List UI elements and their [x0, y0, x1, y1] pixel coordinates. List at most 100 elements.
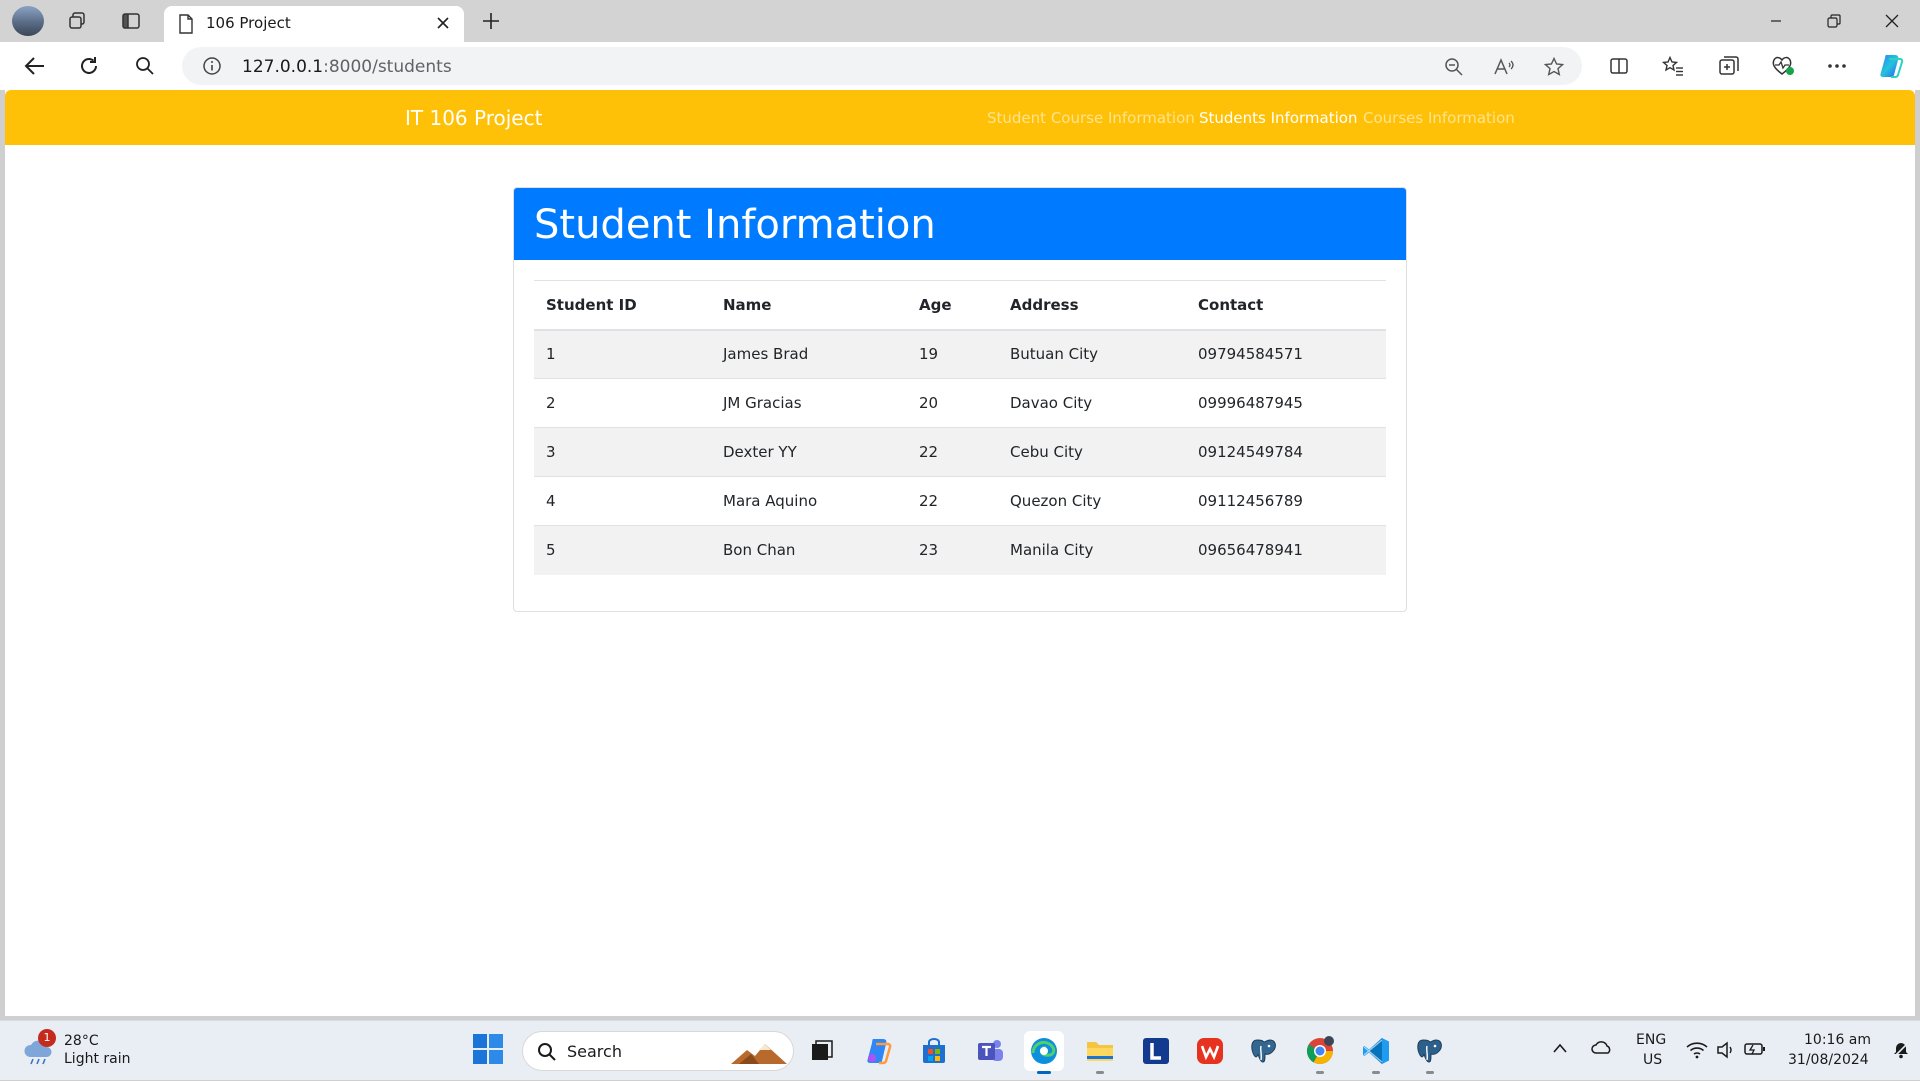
keyboard-layout-indicator[interactable]: US	[1643, 1052, 1662, 1068]
cell-age: 23	[907, 525, 998, 575]
volume-icon[interactable]	[1716, 1041, 1736, 1064]
task-view-icon[interactable]	[802, 1031, 842, 1071]
active-indicator	[1037, 1071, 1051, 1074]
system-tray: ENG US 10:16 am 31/08/2024	[1540, 1021, 1920, 1081]
table-row: 5 Bon Chan 23 Manila City 09656478941	[534, 525, 1386, 575]
nav-link-courses-information[interactable]: Courses Information	[1363, 109, 1515, 127]
more-options-icon[interactable]	[1822, 51, 1852, 81]
cell-student-id: 2	[534, 378, 711, 428]
url-path: :8000/students	[323, 57, 452, 77]
cell-contact: 09996487945	[1186, 378, 1386, 428]
cell-contact: 09656478941	[1186, 525, 1386, 575]
cell-age: 22	[907, 427, 998, 477]
clock-time[interactable]: 10:16 am	[1804, 1032, 1871, 1048]
url-host: 127.0.0.1	[242, 57, 324, 77]
navbar-brand[interactable]: IT 106 Project	[405, 106, 542, 130]
browser-toolbar: 127.0.0.1:8000/students	[0, 42, 1920, 90]
address-bar[interactable]: 127.0.0.1:8000/students	[182, 47, 1582, 85]
onedrive-cloud-icon[interactable]	[1590, 1039, 1614, 1060]
notifications-bell-icon[interactable]	[1892, 1041, 1910, 1064]
column-header-student-id: Student ID	[534, 280, 711, 331]
browser-essentials-icon[interactable]	[1768, 51, 1798, 81]
cell-name: Bon Chan	[711, 525, 907, 575]
nav-link-students-information[interactable]: Students Information	[1199, 109, 1357, 127]
cell-address: Butuan City	[998, 329, 1186, 379]
file-explorer-icon[interactable]	[1080, 1031, 1120, 1074]
nav-link-student-course-information[interactable]: Student Course Information	[987, 109, 1195, 127]
running-indicator	[1426, 1071, 1434, 1074]
notification-badge: 1	[38, 1029, 56, 1047]
close-tab-icon[interactable]	[432, 12, 454, 34]
refresh-button[interactable]	[72, 50, 106, 82]
cell-student-id: 5	[534, 525, 711, 575]
copilot-icon[interactable]	[1876, 51, 1906, 81]
profile-avatar[interactable]	[12, 6, 44, 36]
zoom-out-icon[interactable]	[1442, 55, 1466, 79]
workspaces-icon[interactable]	[62, 7, 92, 35]
search-placeholder: Search	[567, 1042, 622, 1061]
l-app-icon[interactable]	[1136, 1031, 1176, 1071]
cell-address: Manila City	[998, 525, 1186, 575]
url-text[interactable]: 127.0.0.1:8000/students	[242, 57, 452, 77]
favorites-icon[interactable]	[1658, 51, 1688, 81]
cell-age: 22	[907, 476, 998, 526]
teams-icon[interactable]	[970, 1031, 1010, 1071]
wifi-icon[interactable]	[1686, 1041, 1708, 1064]
cell-name: Mara Aquino	[711, 476, 907, 526]
cell-name: Dexter YY	[711, 427, 907, 477]
back-button[interactable]	[18, 50, 52, 82]
pgadmin-icon[interactable]	[1410, 1031, 1450, 1074]
windows-start-button[interactable]	[472, 1033, 506, 1067]
new-tab-button[interactable]	[476, 7, 506, 35]
column-header-contact: Contact	[1186, 280, 1386, 331]
cell-contact: 09112456789	[1186, 476, 1386, 526]
restore-button[interactable]	[1806, 0, 1862, 42]
clock-date[interactable]: 31/08/2024	[1788, 1052, 1869, 1068]
column-header-age: Age	[907, 280, 998, 331]
cell-student-id: 4	[534, 476, 711, 526]
site-navbar: IT 106 Project Student Course Informatio…	[5, 90, 1915, 145]
minimize-button[interactable]	[1748, 0, 1804, 42]
students-table: Student ID Name Age Address Contact 1 Ja…	[534, 280, 1386, 575]
cell-student-id: 3	[534, 427, 711, 477]
show-hidden-icons-chevron-up-icon[interactable]	[1552, 1041, 1568, 1059]
split-screen-icon[interactable]	[1604, 51, 1634, 81]
cell-name: JM Gracias	[711, 378, 907, 428]
running-indicator	[1096, 1071, 1104, 1074]
cell-age: 19	[907, 329, 998, 379]
chrome-icon[interactable]	[1300, 1031, 1340, 1074]
collections-icon[interactable]	[1714, 51, 1744, 81]
battery-icon[interactable]	[1744, 1041, 1766, 1062]
weather-temperature: 28°C	[64, 1033, 99, 1049]
browser-tab-active[interactable]: 106 Project	[164, 6, 464, 42]
search-icon	[537, 1042, 557, 1067]
search-highlight-icon	[729, 1040, 789, 1071]
taskbar-search[interactable]: Search	[522, 1031, 794, 1071]
language-indicator[interactable]: ENG	[1636, 1032, 1666, 1048]
wps-office-icon[interactable]	[1190, 1031, 1230, 1071]
site-info-icon[interactable]	[202, 56, 222, 76]
cell-contact: 09794584571	[1186, 329, 1386, 379]
cell-name: James Brad	[711, 329, 907, 379]
cell-contact: 09124549784	[1186, 427, 1386, 477]
cell-address: Cebu City	[998, 427, 1186, 477]
favorite-star-icon[interactable]	[1542, 55, 1566, 79]
tab-title: 106 Project	[206, 14, 291, 32]
table-row: 1 James Brad 19 Butuan City 09794584571	[534, 329, 1386, 379]
read-aloud-icon[interactable]	[1492, 55, 1516, 79]
postgresql-icon[interactable]	[1244, 1031, 1284, 1071]
weather-widget[interactable]: 1 28°C Light rain	[20, 1029, 170, 1071]
cell-age: 20	[907, 378, 998, 428]
search-icon[interactable]	[128, 50, 162, 82]
vscode-icon[interactable]	[1356, 1031, 1396, 1074]
weather-description: Light rain	[64, 1051, 131, 1067]
card-header: Student Information	[514, 188, 1406, 260]
close-window-button[interactable]	[1864, 0, 1920, 42]
page-icon	[178, 14, 194, 39]
copilot-app-icon[interactable]	[858, 1031, 898, 1071]
page-viewport: IT 106 Project Student Course Informatio…	[5, 90, 1915, 1016]
edge-browser-icon[interactable]	[1024, 1031, 1064, 1074]
vertical-tabs-icon[interactable]	[116, 7, 146, 35]
windows-taskbar: 1 28°C Light rain Search ENG US 10:16 am…	[0, 1020, 1920, 1080]
microsoft-store-icon[interactable]	[914, 1031, 954, 1071]
